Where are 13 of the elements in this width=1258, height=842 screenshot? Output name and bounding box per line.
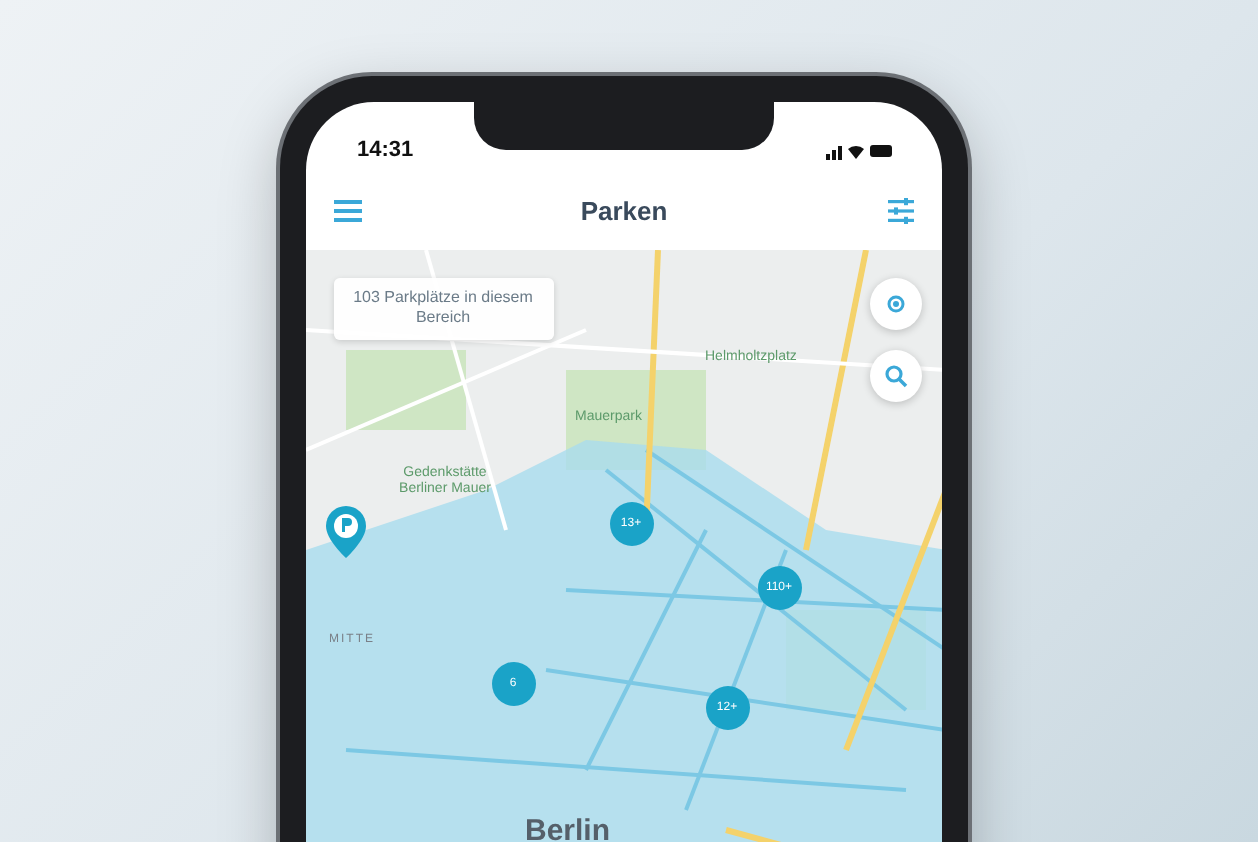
menu-icon[interactable] — [333, 199, 361, 221]
status-time: 14:31 — [357, 138, 414, 162]
map-label: Berlin — [525, 814, 611, 842]
crosshair-icon — [883, 292, 907, 316]
search-button[interactable] — [869, 350, 921, 402]
parking-pin-icon[interactable] — [325, 506, 365, 558]
city-map-drawing[interactable] — [305, 250, 941, 842]
search-icon — [883, 364, 907, 388]
locate-button[interactable] — [869, 278, 921, 330]
parking-count-info: 103 Parkplätze in diesem Bereich — [333, 278, 553, 340]
filter-icon[interactable] — [887, 197, 913, 223]
status-icons — [825, 141, 893, 159]
screen-title: Parken — [580, 195, 668, 225]
